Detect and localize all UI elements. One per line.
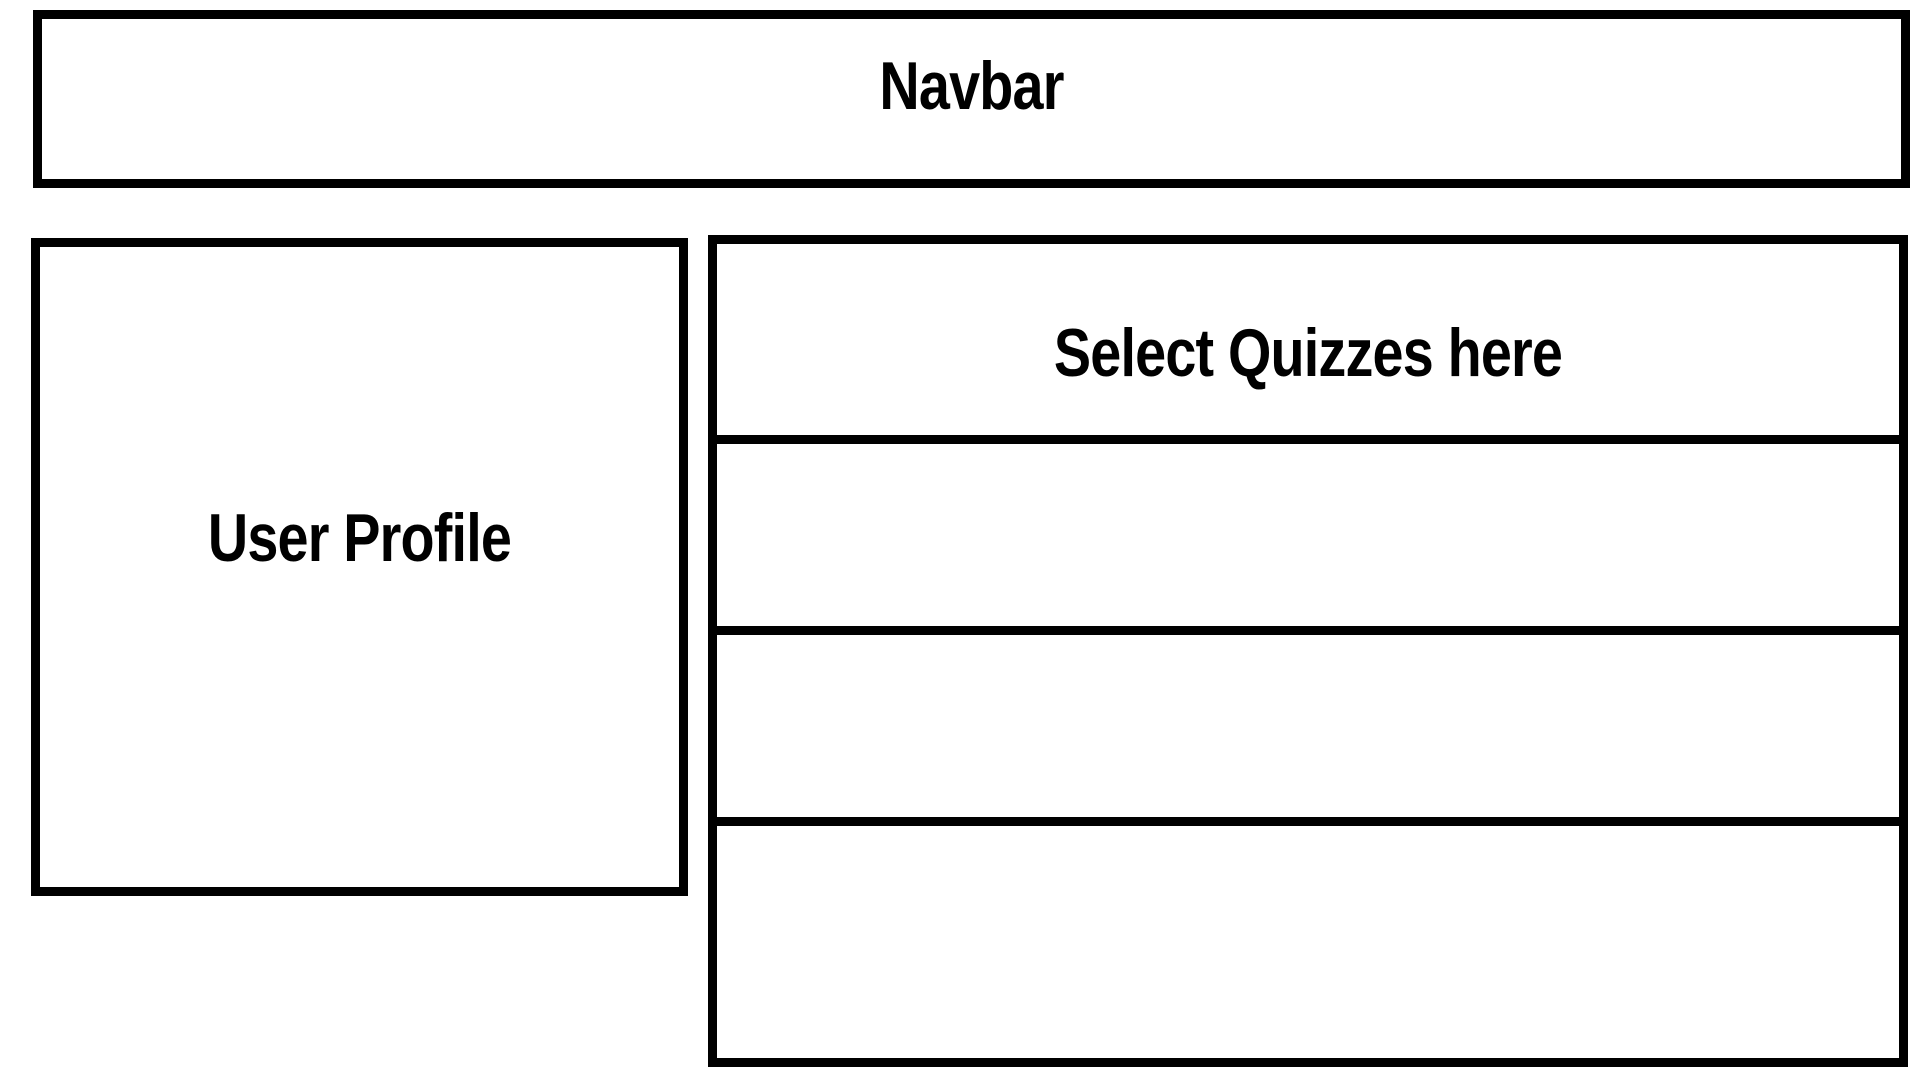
navbar: Navbar	[33, 10, 1910, 188]
quiz-item[interactable]	[717, 626, 1899, 817]
quiz-panel-title: Select Quizzes here	[1053, 315, 1563, 391]
quiz-item[interactable]	[717, 817, 1899, 1058]
navbar-label: Navbar	[879, 48, 1064, 124]
user-profile-panel[interactable]: User Profile	[31, 238, 688, 896]
quiz-panel-header: Select Quizzes here	[717, 244, 1899, 435]
user-profile-label: User Profile	[207, 500, 512, 576]
quiz-selection-panel: Select Quizzes here	[708, 235, 1908, 1067]
quiz-item[interactable]	[717, 435, 1899, 626]
